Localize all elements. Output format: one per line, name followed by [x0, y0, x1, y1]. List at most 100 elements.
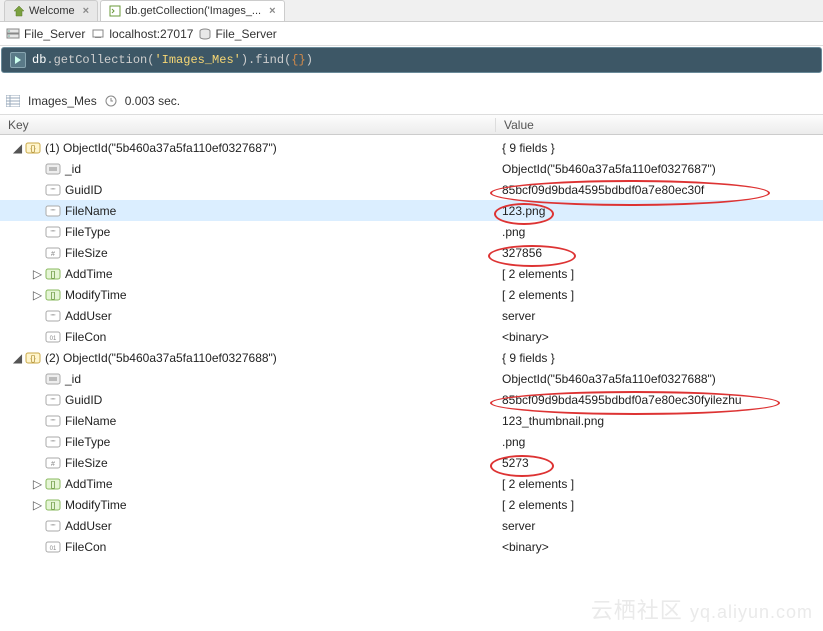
- field-key: GuidID: [65, 393, 102, 407]
- collapse-icon[interactable]: ◢: [12, 351, 23, 365]
- field-row[interactable]: ▷""FileName123_thumbnail.png: [0, 410, 823, 431]
- clock-icon: [105, 95, 117, 107]
- field-row[interactable]: ▷""FileType.png: [0, 431, 823, 452]
- query-text[interactable]: db.getCollection('Images_Mes').find({}): [32, 53, 313, 67]
- type-icon: "": [45, 225, 61, 239]
- field-value: .png: [502, 225, 525, 239]
- breadcrumb-host[interactable]: localhost:27017: [91, 27, 193, 41]
- doc-row[interactable]: ◢ {} (2) ObjectId("5b460a37a5fa110ef032768…: [0, 347, 823, 368]
- expand-icon[interactable]: ▷: [32, 477, 43, 491]
- shell-icon: [109, 5, 121, 17]
- svg-text:[]: []: [51, 291, 55, 300]
- field-value: [ 2 elements ]: [502, 267, 574, 281]
- doc-summary: { 9 fields }: [502, 351, 555, 365]
- result-header: Key Value: [0, 115, 823, 135]
- field-value: <binary>: [502, 540, 549, 554]
- type-icon: []: [45, 267, 61, 281]
- type-icon: #: [45, 456, 61, 470]
- field-row[interactable]: ▷[]ModifyTime[ 2 elements ]: [0, 494, 823, 515]
- type-icon: "": [45, 204, 61, 218]
- doc-label: (2) ObjectId("5b460a37a5fa110ef0327688"): [45, 351, 277, 365]
- field-row[interactable]: ▷#FileSize327856: [0, 242, 823, 263]
- field-row[interactable]: ▷""AddUserserver: [0, 515, 823, 536]
- tab-label: db.getCollection('Images_...: [125, 5, 261, 17]
- document-icon: {}: [25, 351, 41, 365]
- field-row[interactable]: ▷""GuidID85bcf09d9bda4595bdbdf0a7e80ec30…: [0, 179, 823, 200]
- field-row[interactable]: ▷01FileCon<binary>: [0, 326, 823, 347]
- breadcrumb-db[interactable]: File_Server: [199, 27, 276, 41]
- field-row[interactable]: ▷_idObjectId("5b460a37a5fa110ef0327687"): [0, 158, 823, 179]
- svg-text:"": "": [51, 314, 56, 321]
- field-key: ModifyTime: [65, 288, 127, 302]
- field-row[interactable]: ▷""FileName123.png: [0, 200, 823, 221]
- field-value: ObjectId("5b460a37a5fa110ef0327688"): [502, 372, 716, 386]
- field-row[interactable]: ▷[] AddTime [ 2 elements ]: [0, 263, 823, 284]
- field-key: FileType: [65, 225, 110, 239]
- home-icon: [13, 5, 25, 17]
- type-icon: "": [45, 435, 61, 449]
- doc-row[interactable]: ◢ {} (1) ObjectId("5b460a37a5fa110ef032768…: [0, 137, 823, 158]
- field-value: 123.png: [502, 204, 545, 218]
- svg-text:{}: {}: [30, 144, 36, 153]
- breadcrumb-server[interactable]: File_Server: [6, 27, 85, 41]
- svg-text:[]: []: [51, 501, 55, 510]
- col-header-value[interactable]: Value: [496, 118, 823, 132]
- field-row[interactable]: ▷01FileCon<binary>: [0, 536, 823, 557]
- field-key: FileCon: [65, 330, 106, 344]
- database-icon: [199, 28, 211, 40]
- field-key: AddTime: [65, 477, 113, 491]
- field-key: FileName: [65, 204, 116, 218]
- close-icon[interactable]: ×: [83, 5, 89, 17]
- field-row[interactable]: ▷_idObjectId("5b460a37a5fa110ef0327688"): [0, 368, 823, 389]
- field-key: FileType: [65, 435, 110, 449]
- expand-icon[interactable]: ▷: [32, 288, 43, 302]
- field-key: FileSize: [65, 246, 108, 260]
- field-key: FileCon: [65, 540, 106, 554]
- svg-text:{}: {}: [30, 354, 36, 363]
- field-row[interactable]: ▷""GuidID85bcf09d9bda4595bdbdf0a7e80ec30…: [0, 389, 823, 410]
- field-key: AddUser: [65, 309, 112, 323]
- watermark: 云栖社区 yq.aliyun.com: [591, 593, 813, 625]
- field-value: 85bcf09d9bda4595bdbdf0a7e80ec30f: [502, 183, 704, 197]
- svg-text:#: #: [51, 461, 55, 468]
- field-value: 327856: [502, 246, 542, 260]
- svg-text:"": "": [51, 524, 56, 531]
- tab-welcome[interactable]: Welcome ×: [4, 0, 98, 21]
- field-row[interactable]: ▷[]AddTime[ 2 elements ]: [0, 473, 823, 494]
- svg-text:01: 01: [50, 546, 57, 552]
- field-row[interactable]: ▷ [] ModifyTime [ 2 elements ]: [0, 284, 823, 305]
- type-icon: 01: [45, 330, 61, 344]
- svg-text:"": "": [51, 230, 56, 237]
- svg-text:"": "": [51, 188, 56, 195]
- expand-icon[interactable]: ▷: [32, 267, 43, 281]
- field-value: [ 2 elements ]: [502, 288, 574, 302]
- field-value: 123_thumbnail.png: [502, 414, 604, 428]
- field-key: _id: [65, 372, 81, 386]
- doc-label: (1) ObjectId("5b460a37a5fa110ef0327687"): [45, 141, 277, 155]
- execute-button[interactable]: [10, 52, 26, 68]
- field-row[interactable]: ▷""FileType.png: [0, 221, 823, 242]
- close-icon[interactable]: ×: [269, 5, 275, 17]
- field-key: AddTime: [65, 267, 113, 281]
- type-icon: "": [45, 393, 61, 407]
- type-icon: []: [45, 288, 61, 302]
- field-value: <binary>: [502, 330, 549, 344]
- doc-summary: { 9 fields }: [502, 141, 555, 155]
- field-value: server: [502, 309, 535, 323]
- field-row[interactable]: ▷""AddUserserver: [0, 305, 823, 326]
- exec-time: 0.003 sec.: [125, 94, 180, 108]
- svg-text:"": "": [51, 398, 56, 405]
- svg-text:[]: []: [51, 480, 55, 489]
- tab-query[interactable]: db.getCollection('Images_... ×: [100, 0, 284, 21]
- field-row[interactable]: ▷#FileSize5273: [0, 452, 823, 473]
- breadcrumb: File_Server localhost:27017 File_Server: [0, 22, 823, 46]
- field-key: AddUser: [65, 519, 112, 533]
- type-icon: "": [45, 519, 61, 533]
- svg-text:"": "": [51, 419, 56, 426]
- col-header-key[interactable]: Key: [0, 118, 496, 132]
- svg-text:"": "": [51, 209, 56, 216]
- collapse-icon[interactable]: ◢: [12, 141, 23, 155]
- editor-tabs: Welcome × db.getCollection('Images_... ×: [0, 0, 823, 22]
- expand-icon[interactable]: ▷: [32, 498, 43, 512]
- type-icon: #: [45, 246, 61, 260]
